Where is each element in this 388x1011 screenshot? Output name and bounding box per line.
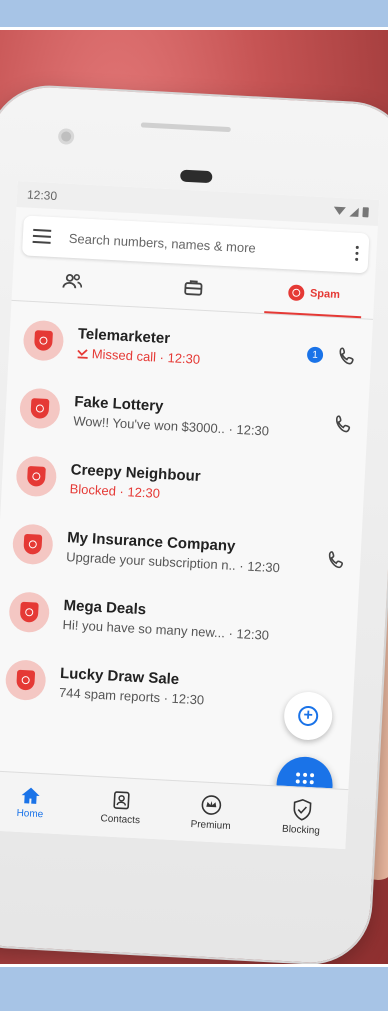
missed-call-icon — [77, 349, 88, 359]
spam-avatar — [18, 387, 61, 430]
spam-shield-icon — [287, 283, 305, 301]
nav-contacts-label: Contacts — [100, 813, 141, 827]
add-icon: + — [297, 705, 319, 727]
call-icon[interactable] — [337, 346, 358, 367]
more-options-icon[interactable] — [355, 245, 359, 261]
shield-icon — [33, 330, 53, 352]
tab-contacts[interactable] — [12, 255, 135, 306]
call-icon[interactable] — [326, 550, 347, 571]
shield-icon — [30, 398, 50, 419]
people-icon — [62, 273, 83, 288]
nav-contacts[interactable]: Contacts — [74, 776, 167, 840]
nav-home-label: Home — [16, 807, 44, 821]
crown-icon — [201, 795, 222, 815]
call-list: Telemarketer Missed call · 12:30 1 Fake … — [0, 301, 373, 731]
nav-premium[interactable]: Premium — [165, 781, 258, 845]
top-speaker — [140, 122, 231, 133]
spam-avatar — [15, 455, 58, 498]
tab-spam[interactable]: Spam — [253, 268, 376, 319]
home-icon — [21, 787, 40, 804]
tab-business[interactable] — [132, 261, 255, 312]
spam-avatar — [4, 659, 47, 702]
nav-blocking-label: Blocking — [281, 823, 321, 837]
shield-check-icon — [293, 798, 312, 821]
unread-badge: 1 — [306, 346, 324, 364]
spam-avatar — [11, 523, 54, 566]
signal-icon — [349, 206, 359, 217]
nav-premium-label: Premium — [190, 818, 231, 833]
menu-icon[interactable] — [32, 228, 52, 244]
call-icon[interactable] — [333, 414, 354, 435]
shield-icon — [19, 601, 39, 623]
nav-home[interactable]: Home — [0, 771, 77, 835]
tab-spam-label: Spam — [309, 286, 341, 301]
front-camera — [57, 128, 75, 145]
earpiece — [179, 169, 213, 184]
shield-icon — [23, 533, 43, 555]
phone-screen: 12:30 Search numbers, names & more Spam … — [0, 181, 380, 850]
bottom-frame-band — [0, 967, 388, 1011]
battery-icon — [362, 207, 369, 218]
shield-icon — [26, 465, 46, 487]
phone-device: 12:30 Search numbers, names & more Spam … — [0, 84, 388, 966]
briefcase-icon — [184, 279, 203, 296]
status-time: 12:30 — [26, 187, 58, 204]
top-frame-band — [0, 0, 388, 27]
spam-avatar — [22, 319, 65, 362]
shield-icon — [16, 669, 36, 691]
status-icons — [333, 206, 369, 218]
wifi-icon — [333, 206, 346, 216]
nav-blocking[interactable]: Blocking — [255, 785, 348, 849]
spam-avatar — [8, 591, 51, 634]
contacts-icon — [113, 791, 130, 810]
search-input[interactable]: Search numbers, names & more — [68, 230, 355, 260]
